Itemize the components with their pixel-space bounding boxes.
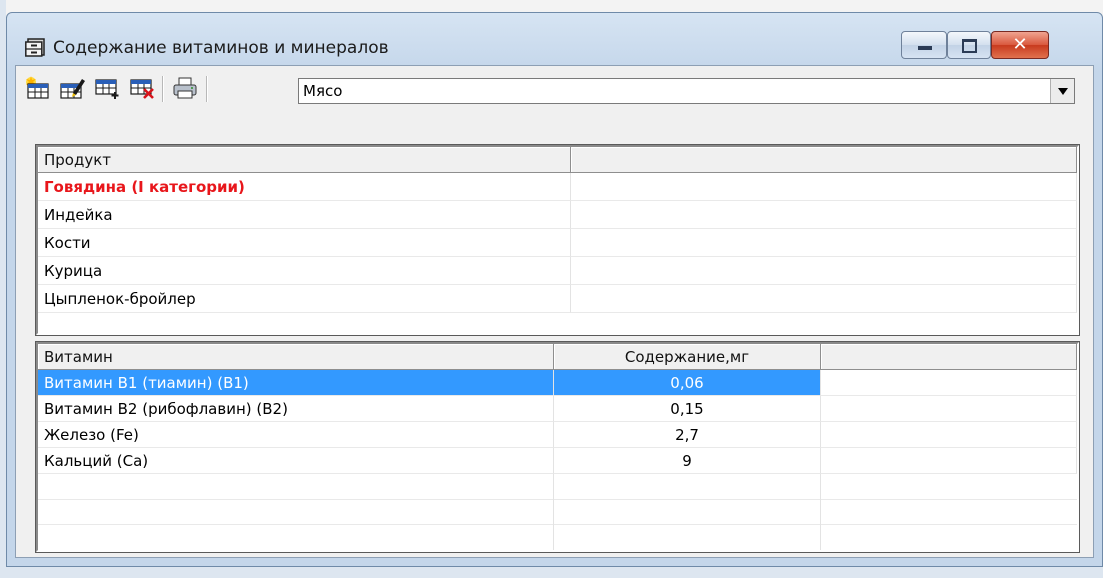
add-row-icon bbox=[95, 79, 119, 99]
vitamin-extra-cell bbox=[821, 370, 1077, 396]
category-select[interactable]: Мясо bbox=[298, 78, 1075, 104]
delete-row-button[interactable] bbox=[129, 76, 155, 100]
category-dropdown-button[interactable] bbox=[1050, 79, 1074, 103]
category-select-value: Мясо bbox=[303, 82, 343, 100]
product-name: Цыпленок-бройлер bbox=[38, 285, 571, 313]
vitamin-amount: 0,06 bbox=[554, 370, 821, 396]
product-row[interactable]: Говядина (I категории) bbox=[38, 173, 1077, 201]
column-header-empty[interactable] bbox=[571, 147, 1077, 173]
product-extra-cell bbox=[571, 173, 1077, 201]
chevron-down-icon bbox=[1058, 88, 1068, 95]
products-grid[interactable]: Продукт Говядина (I категории) Индейка К… bbox=[35, 144, 1080, 336]
app-window: Содержание витаминов и минералов ✕ Мясо … bbox=[6, 12, 1103, 567]
empty-row bbox=[38, 474, 1077, 500]
vitamin-amount: 0,15 bbox=[554, 396, 821, 422]
print-button[interactable] bbox=[172, 76, 198, 100]
edit-record-icon bbox=[60, 79, 85, 99]
column-divider bbox=[820, 474, 821, 550]
delete-row-icon bbox=[130, 79, 154, 99]
cabinet-icon bbox=[25, 37, 47, 61]
vitamin-extra-cell bbox=[821, 396, 1077, 422]
column-header-empty[interactable] bbox=[821, 344, 1077, 370]
maximize-icon bbox=[962, 39, 977, 53]
window-title: Содержание витаминов и минералов bbox=[53, 38, 389, 58]
product-extra-cell bbox=[571, 285, 1077, 313]
printer-icon bbox=[173, 77, 197, 99]
vitamins-grid[interactable]: Витамин Содержание,мг Витамин В1 (тиамин… bbox=[35, 341, 1080, 553]
empty-row bbox=[38, 524, 1077, 548]
column-divider bbox=[553, 474, 554, 550]
add-row-button[interactable] bbox=[94, 76, 120, 100]
maximize-button[interactable] bbox=[947, 31, 991, 59]
toolbar-separator bbox=[206, 76, 208, 102]
vitamin-amount: 2,7 bbox=[554, 422, 821, 448]
vitamin-amount: 9 bbox=[554, 448, 821, 474]
add-record-button[interactable] bbox=[24, 76, 50, 100]
empty-row bbox=[38, 499, 1077, 525]
vitamin-name: Витамин В2 (рибофлавин) (В2) bbox=[38, 396, 554, 422]
product-extra-cell bbox=[571, 229, 1077, 257]
vitamin-name: Железо (Fe) bbox=[38, 422, 554, 448]
column-header-amount[interactable]: Содержание,мг bbox=[554, 344, 821, 370]
column-header-product[interactable]: Продукт bbox=[38, 147, 571, 173]
vitamin-extra-cell bbox=[821, 448, 1077, 474]
toolbar: Мясо bbox=[16, 66, 1093, 110]
toolbar-separator bbox=[162, 76, 164, 102]
close-button[interactable]: ✕ bbox=[991, 31, 1049, 59]
column-header-vitamin[interactable]: Витамин bbox=[38, 344, 554, 370]
product-row[interactable]: Цыпленок-бройлер bbox=[38, 285, 1077, 313]
edit-record-button[interactable] bbox=[59, 76, 85, 100]
vitamin-name: Витамин В1 (тиамин) (В1) bbox=[38, 370, 554, 396]
client-area: Мясо Продукт Говядина (I категории) Инде… bbox=[15, 65, 1094, 558]
product-extra-cell bbox=[571, 257, 1077, 285]
close-icon: ✕ bbox=[1012, 34, 1028, 55]
product-name: Кости bbox=[38, 229, 571, 257]
vitamin-row[interactable]: Железо (Fe) 2,7 bbox=[38, 422, 1077, 448]
minimize-icon bbox=[918, 46, 932, 50]
vitamin-row[interactable]: Витамин В1 (тиамин) (В1) 0,06 bbox=[38, 370, 1077, 396]
product-name: Индейка bbox=[38, 201, 571, 229]
product-row[interactable]: Индейка bbox=[38, 201, 1077, 229]
product-row[interactable]: Курица bbox=[38, 257, 1077, 285]
vitamin-row[interactable]: Кальций (Ca) 9 bbox=[38, 448, 1077, 474]
title-bar[interactable]: Содержание витаминов и минералов ✕ bbox=[7, 13, 1102, 65]
vitamin-extra-cell bbox=[821, 422, 1077, 448]
vitamin-name: Кальций (Ca) bbox=[38, 448, 554, 474]
minimize-button[interactable] bbox=[901, 31, 947, 59]
product-name: Говядина (I категории) bbox=[38, 173, 571, 201]
new-record-icon bbox=[26, 76, 49, 99]
vitamin-row[interactable]: Витамин В2 (рибофлавин) (В2) 0,15 bbox=[38, 396, 1077, 422]
product-row[interactable]: Кости bbox=[38, 229, 1077, 257]
product-name: Курица bbox=[38, 257, 571, 285]
product-extra-cell bbox=[571, 201, 1077, 229]
desktop-edge-bottom bbox=[0, 567, 1103, 578]
